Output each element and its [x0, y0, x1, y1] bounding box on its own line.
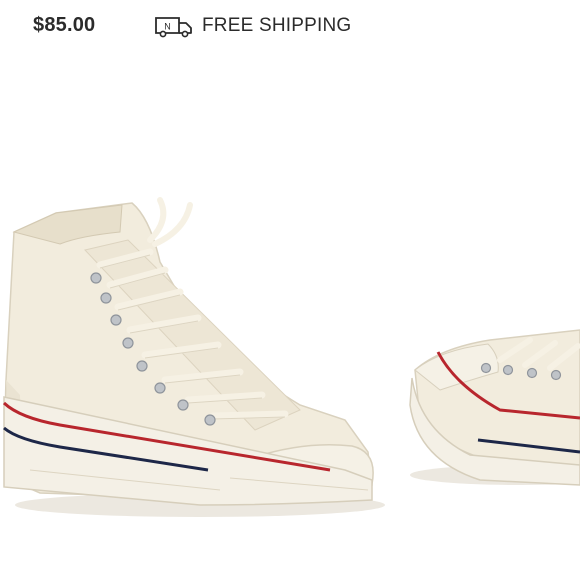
- delivery-truck-icon: N: [155, 17, 192, 38]
- price-label: $85.00: [33, 14, 96, 36]
- free-shipping-label: FREE SHIPPING: [202, 15, 352, 36]
- listing-header: $85.00 N FREE SHIPPING: [0, 0, 580, 58]
- sneaker-illustration: [2, 197, 580, 517]
- truck-icon-letter: N: [164, 22, 171, 32]
- product-photo[interactable]: [0, 58, 580, 580]
- low-angle-sneaker: [409, 329, 580, 486]
- high-top-sneaker: [2, 197, 385, 517]
- free-shipping-badge: N FREE SHIPPING: [154, 14, 351, 38]
